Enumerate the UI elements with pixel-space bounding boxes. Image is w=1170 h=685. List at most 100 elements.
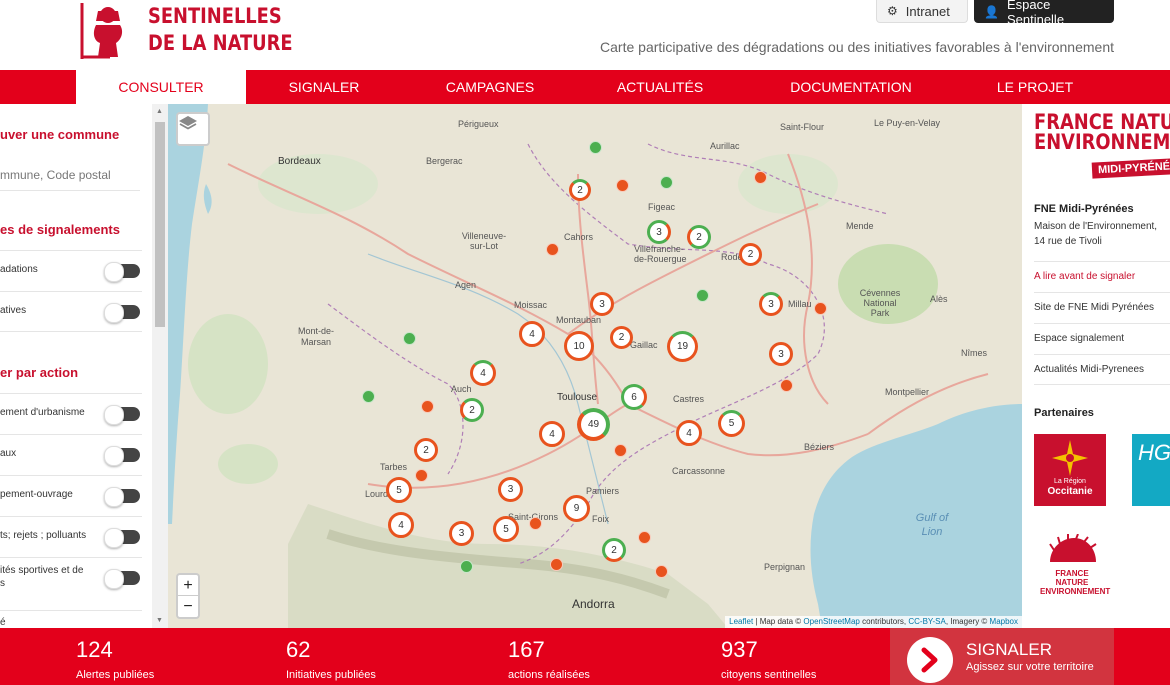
mapbox-link[interactable]: Mapbox [990, 617, 1018, 626]
degradation-marker[interactable] [546, 243, 559, 256]
marker-cluster[interactable]: 3 [449, 521, 474, 546]
filter-label: ts; rejets ; polluants [0, 530, 87, 541]
place-label: Montauban [556, 315, 602, 325]
nav-signaler[interactable]: SIGNALER [262, 70, 386, 104]
marker-cluster[interactable]: 4 [388, 512, 414, 538]
initiative-marker[interactable] [460, 560, 473, 573]
nav-actualites[interactable]: ACTUALITÉS [600, 70, 720, 104]
zoom-out-button[interactable]: − [178, 596, 198, 617]
stat-value: 62 [286, 637, 311, 662]
org-name: FNE Midi-Pyrénées [1034, 203, 1134, 215]
degradation-marker[interactable] [529, 517, 542, 530]
map-background [168, 104, 1022, 628]
degradation-marker[interactable] [614, 444, 627, 457]
marker-cluster[interactable]: 4 [539, 421, 565, 447]
scroll-up-icon[interactable]: ▲ [156, 108, 163, 115]
degradation-marker[interactable] [754, 171, 767, 184]
signaler-cta-button[interactable]: SIGNALER Agissez sur votre territoire [890, 628, 1114, 685]
link-espace-signalement[interactable]: Espace signalement [1034, 323, 1170, 354]
nav-consulter[interactable]: CONSULTER [76, 70, 246, 104]
signaler-subtitle: Agissez sur votre territoire [966, 661, 1094, 673]
scroll-down-icon[interactable]: ▼ [156, 617, 163, 624]
initiative-marker[interactable] [589, 141, 602, 154]
marker-cluster[interactable]: 4 [676, 420, 702, 446]
marker-cluster[interactable]: 9 [563, 495, 590, 522]
marker-cluster[interactable]: 6 [621, 384, 647, 410]
marker-cluster[interactable]: 2 [687, 225, 711, 249]
marker-cluster[interactable]: 3 [647, 220, 671, 244]
espace-sentinelle-button[interactable]: 👤 Espace Sentinelle [974, 0, 1114, 27]
marker-cluster[interactable]: 2 [610, 326, 633, 349]
marker-cluster[interactable]: 5 [718, 410, 745, 437]
marker-cluster[interactable]: 4 [519, 321, 545, 347]
degradation-marker[interactable] [550, 558, 563, 571]
link-site-fne[interactable]: Site de FNE Midi Pyrénées [1034, 292, 1170, 323]
place-label: Figeac [648, 202, 676, 212]
filter-label: é [0, 617, 6, 628]
marker-cluster[interactable]: 4 [470, 360, 496, 386]
marker-cluster[interactable]: 2 [739, 243, 762, 266]
degradation-marker[interactable] [421, 400, 434, 413]
occitanie-logo[interactable]: La Région Occitanie [1034, 434, 1106, 506]
filter-label: ement d'urbanisme [0, 407, 85, 418]
nav-campagnes[interactable]: CAMPAGNES [420, 70, 560, 104]
degradation-marker[interactable] [638, 531, 651, 544]
initiative-marker[interactable] [403, 332, 416, 345]
marker-cluster[interactable]: 2 [460, 398, 484, 422]
action-toggle[interactable] [104, 528, 140, 548]
marker-cluster[interactable]: 19 [667, 331, 698, 362]
degradation-marker[interactable] [415, 469, 428, 482]
haute-garonne-logo[interactable]: HG [1132, 434, 1170, 506]
action-toggle[interactable] [104, 405, 140, 425]
degradations-toggle[interactable] [104, 262, 140, 282]
place-label: Tarbes [380, 462, 408, 472]
map-canvas[interactable]: Bordeaux Bergerac Périgueux Saint-Flour … [168, 104, 1022, 628]
degradation-marker[interactable] [780, 379, 793, 392]
osm-link[interactable]: OpenStreetMap [803, 617, 859, 626]
marker-cluster[interactable]: 3 [769, 342, 793, 366]
action-toggle[interactable] [104, 487, 140, 507]
ccbysa-link[interactable]: CC-BY-SA [908, 617, 946, 626]
marker-cluster[interactable]: 2 [602, 538, 626, 562]
marker-cluster[interactable]: 3 [590, 292, 614, 316]
layers-control-button[interactable] [176, 112, 210, 146]
degradation-marker[interactable] [655, 565, 668, 578]
intranet-button[interactable]: ⚙ Intranet [876, 0, 968, 23]
initiative-marker[interactable] [660, 176, 673, 189]
leaflet-link[interactable]: Leaflet [729, 617, 753, 626]
site-logo-text[interactable]: SENTINELLES DE LA NATURE [148, 3, 293, 57]
partners-title: Partenaires [1034, 407, 1094, 419]
marker-cluster[interactable]: 3 [498, 477, 523, 502]
initiative-marker[interactable] [362, 390, 375, 403]
marker-cluster[interactable]: 2 [414, 438, 438, 462]
commune-search-input[interactable]: mmune, Code postal [0, 159, 140, 191]
action-toggle[interactable] [104, 569, 140, 589]
action-toggle[interactable] [104, 446, 140, 466]
degradation-marker[interactable] [814, 302, 827, 315]
stat-label: Alertes publiées [76, 669, 155, 681]
sentinel-logo-icon[interactable] [80, 3, 138, 59]
nav-le-projet[interactable]: LE PROJET [985, 70, 1085, 104]
place-label: Le Puy-en-Velay [874, 118, 941, 128]
scrollbar-thumb[interactable] [155, 122, 165, 327]
marker-cluster[interactable]: 2 [569, 179, 591, 201]
initiatives-toggle[interactable] [104, 303, 140, 323]
zoom-in-button[interactable]: + [178, 575, 198, 596]
marker-cluster[interactable]: 3 [759, 292, 783, 316]
link-actualites[interactable]: Actualités Midi-Pyrenees [1034, 354, 1170, 385]
marker-cluster[interactable]: 5 [386, 477, 412, 503]
espace-sentinelle-label: Espace Sentinelle [1006, 0, 1065, 27]
filter-label: pement-ouvrage [0, 489, 73, 500]
marker-cluster[interactable]: 49 [577, 408, 610, 441]
degradation-marker[interactable] [616, 179, 629, 192]
filter-row-action: aux [0, 434, 142, 475]
fne-partner-logo[interactable]: FRANCE NATURE ENVIRONNEMENT [1040, 533, 1110, 596]
sidebar-scrollbar[interactable]: ▲ ▼ [152, 104, 168, 628]
nav-documentation[interactable]: DOCUMENTATION [770, 70, 932, 104]
initiative-marker[interactable] [696, 289, 709, 302]
place-label: Cahors [564, 232, 594, 242]
marker-cluster[interactable]: 5 [493, 516, 519, 542]
place-label: Villeneuve-sur-Lot [461, 231, 507, 251]
link-a-lire[interactable]: A lire avant de signaler [1034, 261, 1170, 292]
marker-cluster[interactable]: 10 [564, 331, 594, 361]
